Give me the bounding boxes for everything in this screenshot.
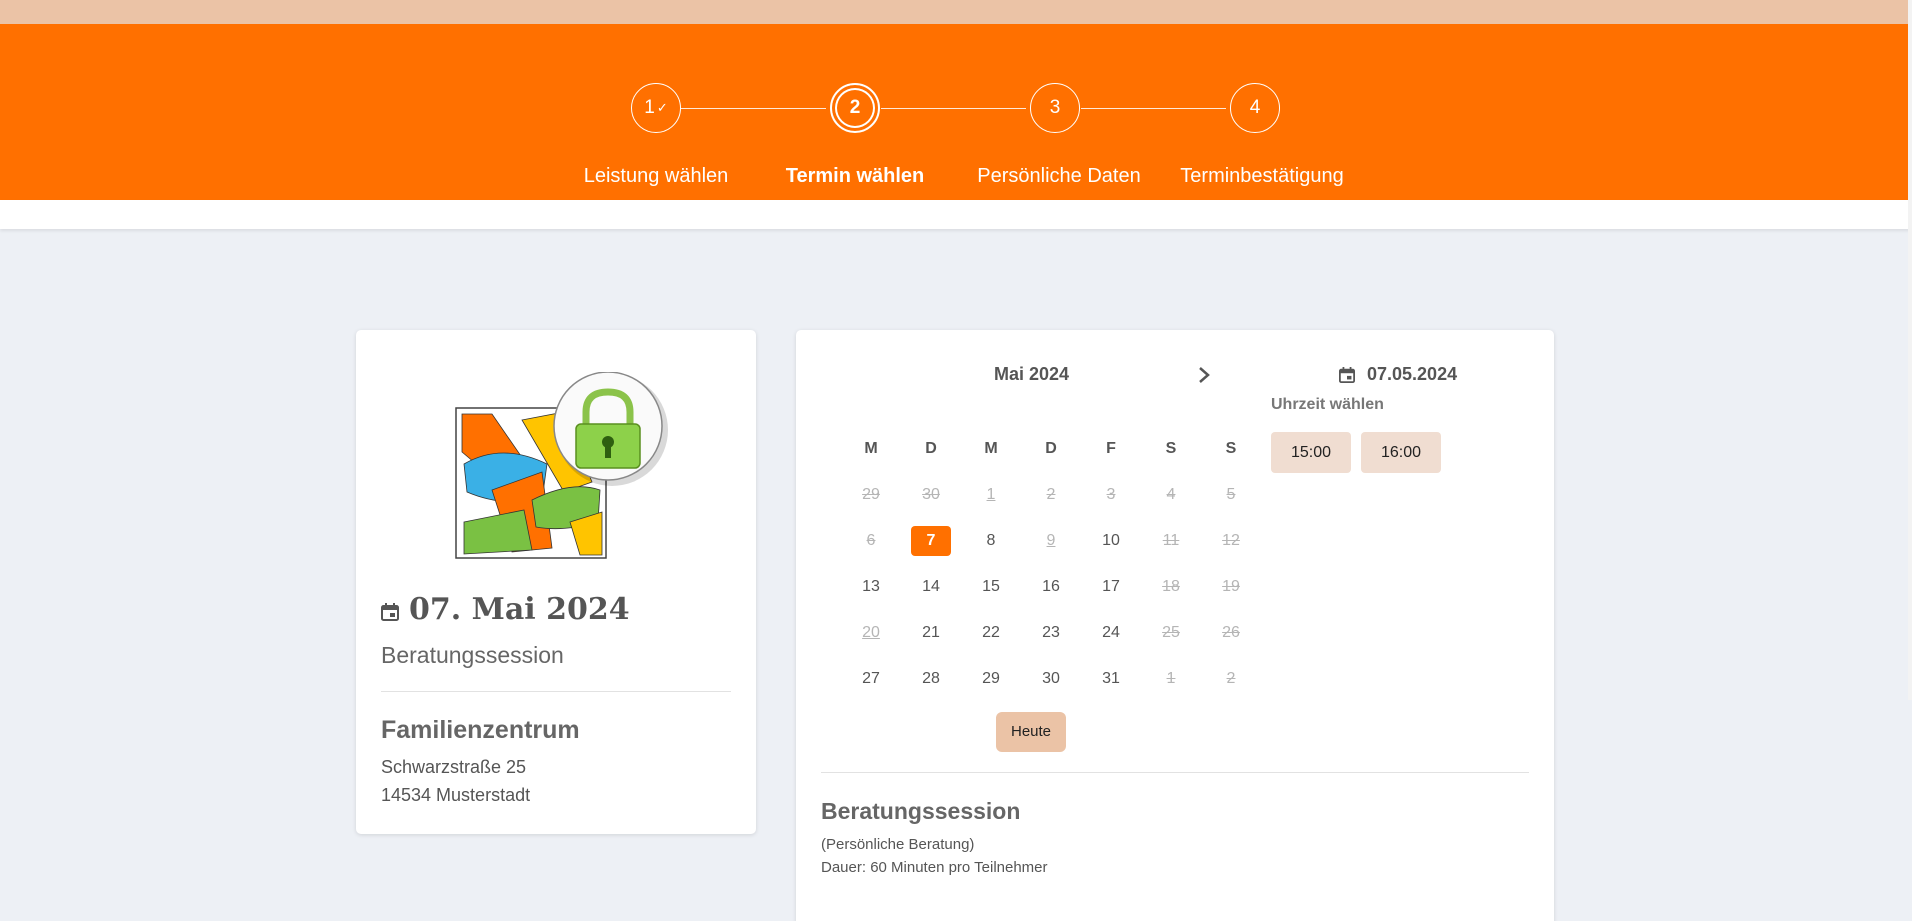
- calendar-icon: [381, 602, 399, 621]
- calendar-day[interactable]: 14: [911, 572, 951, 602]
- calendar-month-title: Mai 2024: [994, 364, 1070, 384]
- calendar-day[interactable]: 8: [971, 526, 1011, 556]
- calendar-day[interactable]: 17: [1091, 572, 1131, 602]
- calendar-day[interactable]: 16: [1031, 572, 1071, 602]
- calendar-day[interactable]: 10: [1091, 526, 1131, 556]
- calendar-day: 3: [1106, 486, 1116, 503]
- scrollbar[interactable]: [1908, 0, 1912, 700]
- calendar-day: 11: [1162, 532, 1180, 549]
- calendar-day[interactable]: 28: [911, 664, 951, 694]
- step-connector: [881, 108, 1026, 109]
- calendar-day: 12: [1222, 532, 1240, 549]
- step-connector: [681, 108, 826, 109]
- location-city: 14534 Musterstadt: [381, 785, 531, 805]
- selected-date-text: 07.05.2024: [1367, 364, 1458, 384]
- calendar-day[interactable]: 24: [1091, 618, 1131, 648]
- booking-summary-card: 07. Mai 2024 Beratungssession Familienze…: [356, 330, 756, 834]
- family-center-logo: [455, 372, 668, 559]
- details-divider: [821, 772, 1529, 773]
- calendar-day[interactable]: 30: [1031, 664, 1071, 694]
- step-4-number: 4: [1249, 97, 1261, 118]
- weekday-header: D: [925, 440, 937, 457]
- calendar-day-selected[interactable]: 7: [911, 526, 951, 556]
- service-title: Beratungssession: [821, 798, 1021, 824]
- time-select-label: Uhrzeit wählen: [1271, 396, 1384, 413]
- calendar-day[interactable]: 27: [851, 664, 891, 694]
- step-3-label: Persönliche Daten: [977, 165, 1141, 187]
- location-name: Familienzentrum: [381, 716, 580, 744]
- calendar-day: 1: [1166, 670, 1176, 687]
- summary-service: Beratungssession: [381, 642, 564, 668]
- service-duration: Dauer: 60 Minuten pro Teilnehmer: [821, 859, 1048, 876]
- weekday-header: M: [984, 440, 998, 457]
- header-band: [0, 200, 1912, 229]
- step-2-label[interactable]: Termin wählen: [786, 165, 925, 188]
- selected-date-heading: 07. Mai 2024: [381, 592, 630, 627]
- calendar-day: 20: [862, 624, 880, 641]
- service-type: (Persönliche Beratung): [821, 836, 975, 853]
- weekday-header: S: [1165, 440, 1177, 457]
- calendar-day: 1: [986, 486, 996, 503]
- stepper-bar: 1 ✓ 2 3 4 Leistung wählen Termin wählen P…: [0, 24, 1912, 200]
- weekday-header: S: [1225, 440, 1237, 457]
- time-slot-button[interactable]: 16:00: [1361, 432, 1441, 473]
- step-2-circle[interactable]: 2: [830, 83, 880, 133]
- calendar-day: 26: [1222, 624, 1240, 641]
- calendar-icon: [1339, 366, 1355, 383]
- location-street: Schwarzstraße 25: [381, 757, 527, 777]
- calendar-day: 29: [862, 486, 880, 503]
- calendar-day[interactable]: 13: [851, 572, 891, 602]
- summary-divider: [381, 691, 731, 692]
- calendar-day: 2: [1226, 670, 1236, 687]
- calendar-day: 19: [1222, 578, 1240, 595]
- calendar-day: 2: [1046, 486, 1056, 503]
- calendar-day: 30: [922, 486, 940, 503]
- calendar-card: Mai 2024 M D M D F S S 29 30 1 2 3 4 5 6…: [796, 330, 1554, 921]
- summary-date: 07. Mai 2024: [409, 592, 630, 627]
- step-3-number: 3: [1049, 97, 1061, 118]
- step-1-circle[interactable]: 1 ✓: [631, 83, 681, 133]
- calendar-day: 5: [1226, 486, 1236, 503]
- calendar-day: 4: [1166, 486, 1176, 503]
- selected-date: 07.05.2024: [1339, 364, 1457, 385]
- calendar-day[interactable]: 22: [971, 618, 1011, 648]
- calendar-day[interactable]: 21: [911, 618, 951, 648]
- calendar-day[interactable]: 15: [971, 572, 1011, 602]
- step-4-label: Terminbestätigung: [1180, 165, 1344, 187]
- calendar-day: 6: [866, 532, 876, 549]
- weekday-header: M: [864, 440, 878, 457]
- step-1-label[interactable]: Leistung wählen: [584, 165, 729, 188]
- check-icon: ✓: [656, 100, 668, 115]
- calendar-day[interactable]: 29: [971, 664, 1011, 694]
- weekday-header: F: [1106, 440, 1116, 457]
- step-4-circle: 4: [1230, 83, 1280, 133]
- chevron-right-icon[interactable]: [1197, 366, 1211, 384]
- calendar-day: 25: [1162, 624, 1180, 641]
- calendar-day: 9: [1046, 532, 1056, 549]
- step-2-number: 2: [849, 97, 861, 118]
- calendar-day[interactable]: 31: [1091, 664, 1131, 694]
- time-slot-button[interactable]: 15:00: [1271, 432, 1351, 473]
- calendar-day: 18: [1162, 578, 1180, 595]
- step-connector: [1081, 108, 1226, 109]
- calendar-day[interactable]: 23: [1031, 618, 1071, 648]
- step-1-number: 1: [644, 97, 655, 118]
- today-button[interactable]: Heute: [996, 712, 1066, 752]
- step-3-circle: 3: [1030, 83, 1080, 133]
- top-strip: [0, 0, 1912, 24]
- weekday-header: D: [1045, 440, 1057, 457]
